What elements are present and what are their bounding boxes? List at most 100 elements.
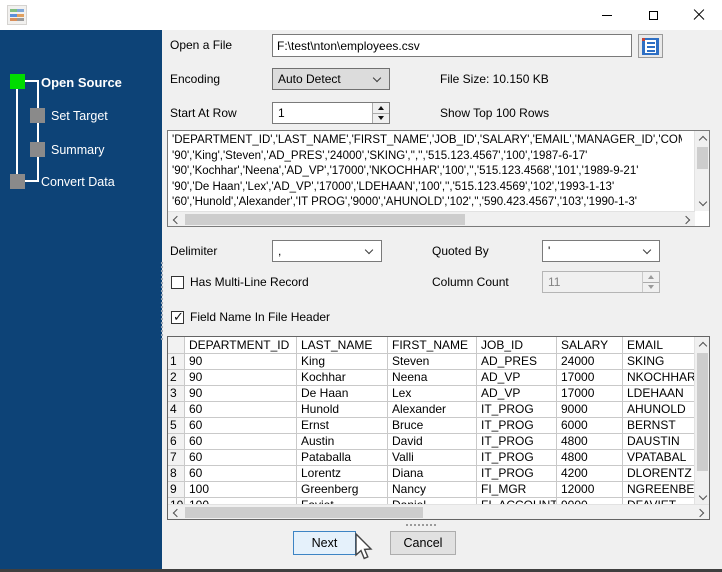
minimize-button[interactable] [584,0,630,30]
table-cell: Valli [388,450,477,466]
table-cell: Bruce [388,418,477,434]
preview-line: 'DEPARTMENT_ID','LAST_NAME','FIRST_NAME'… [172,134,682,146]
table-cell: 60 [185,466,297,482]
quoted-by-select[interactable]: ' [542,240,660,262]
scroll-right-icon [695,508,705,517]
file-preview-textarea[interactable]: 'DEPARTMENT_ID','LAST_NAME','FIRST_NAME'… [167,130,710,227]
column-count-label: Column Count [432,275,509,289]
table-row[interactable]: 1 90 King Steven AD_PRES 24000 SKING [168,354,695,370]
table-row[interactable]: 8 60 Lorentz Diana IT_PROG 4200 DLORENTZ [168,466,695,482]
table-row[interactable]: 6 60 Austin David IT_PROG 4800 DAUSTIN [168,434,695,450]
table-cell: NGREENBE [623,482,695,498]
scroll-left-icon [172,508,182,517]
sidebar-item-set-target: Set Target [51,109,108,123]
multiline-label: Has Multi-Line Record [190,275,309,289]
table-cell: 9000 [557,402,623,418]
start-row-label: Start At Row [170,106,237,120]
column-header[interactable]: JOB_ID [477,337,557,354]
delimiter-label: Delimiter [170,244,218,258]
vertical-splitter-grip[interactable] [161,262,163,340]
title-bar [0,0,722,30]
preview-vertical-scrollbar[interactable] [694,131,709,211]
delimiter-select[interactable]: , [272,240,382,262]
converter-window: Open Source Set Target Summary Convert D… [0,0,722,572]
preview-line: '90','Kochhar','Neena','AD_VP','17000','… [172,165,639,178]
table-row[interactable]: 3 90 De Haan Lex AD_VP 17000 LDEHAAN [168,386,695,402]
table-cell: IT_PROG [477,450,557,466]
table-cell: LDEHAAN [623,386,695,402]
sidebar-item-open-source: Open Source [41,75,122,90]
encoding-select[interactable]: Auto Detect [272,68,390,90]
row-number-cell: 1 [168,354,185,370]
table-cell: Neena [388,370,477,386]
maximize-button[interactable] [630,0,676,30]
step-indicator-set-target [30,108,45,123]
table-row[interactable]: 7 60 Pataballa Valli IT_PROG 4800 VPATABAL [168,450,695,466]
table-cell: IT_PROG [477,418,557,434]
close-button[interactable] [676,0,722,30]
table-cell: Kochhar [297,370,388,386]
table-cell: David [388,434,477,450]
table-cell: Pataballa [297,450,388,466]
grid-header-row: DEPARTMENT_ID LAST_NAME FIRST_NAME JOB_ID SA… [168,337,695,354]
table-cell: IT_PROG [477,466,557,482]
file-path-input[interactable] [272,34,632,57]
cancel-button[interactable]: Cancel [390,531,456,555]
grid-vertical-scrollbar[interactable] [694,337,709,505]
grid-horizontal-scrollbar[interactable] [168,504,709,519]
table-cell: DAUSTIN [623,434,695,450]
multiline-checkbox[interactable]: Has Multi-Line Record [171,271,309,293]
horizontal-splitter-grip[interactable] [406,524,436,526]
data-grid: DEPARTMENT_ID LAST_NAME FIRST_NAME JOB_ID SA… [167,336,710,520]
data-grid-body: 1 90 King Steven AD_PRES 24000 SKING 2 90 Kochhar… [168,354,695,505]
scroll-up-icon [698,135,707,145]
table-cell: Ernst [297,418,388,434]
sidebar-item-convert-data: Convert Data [41,175,115,189]
spin-up-icon[interactable] [373,103,389,113]
table-cell: 60 [185,450,297,466]
column-header[interactable]: LAST_NAME [297,337,388,354]
spin-down-icon[interactable] [373,112,389,123]
table-cell: 17000 [557,386,623,402]
field-name-header-label: Field Name In File Header [190,310,331,324]
table-cell: AHUNOLD [623,402,695,418]
field-name-header-checkbox[interactable]: ✓ Field Name In File Header [171,306,330,328]
table-cell: Lorentz [297,466,388,482]
next-button[interactable]: Next [293,531,356,555]
table-row[interactable]: 4 60 Hunold Alexander IT_PROG 9000 AHUNOLD [168,402,695,418]
table-row[interactable]: 5 60 Ernst Bruce IT_PROG 6000 BERNST [168,418,695,434]
close-icon [693,9,705,21]
column-header[interactable]: SALARY [557,337,623,354]
column-header[interactable]: DEPARTMENT_ID [185,337,297,354]
table-row[interactable]: 2 90 Kochhar Neena AD_VP 17000 NKOCHHAR [168,370,695,386]
browse-button[interactable] [638,34,663,58]
table-cell: 60 [185,418,297,434]
column-header[interactable]: EMAIL [623,337,695,354]
grid-corner-cell[interactable] [168,337,185,354]
preview-horizontal-scrollbar[interactable] [168,211,695,226]
table-cell: VPATABAL [623,450,695,466]
scroll-down-icon [698,491,707,501]
scroll-down-icon [698,197,707,207]
row-number-cell: 9 [168,482,185,498]
table-cell: 90 [185,354,297,370]
table-row[interactable]: 9 100 Greenberg Nancy FI_MGR 12000 NGREENBE [168,482,695,498]
chevron-down-icon [642,245,652,254]
maximize-icon [648,10,658,20]
encoding-label: Encoding [170,72,221,86]
start-row-stepper[interactable]: 1 [272,102,390,124]
step-indicator-open-source [10,74,25,89]
row-number-cell: 3 [168,386,185,402]
table-cell: Alexander [388,402,477,418]
table-cell: King [297,354,388,370]
scroll-right-icon [681,215,691,224]
open-file-label: Open a File [170,38,233,52]
table-cell: Austin [297,434,388,450]
scroll-up-icon [698,341,707,351]
table-cell: BERNST [623,418,695,434]
table-cell: 60 [185,434,297,450]
quoted-by-value: ' [548,244,551,258]
table-cell: 4800 [557,434,623,450]
encoding-value: Auto Detect [278,72,341,86]
column-header[interactable]: FIRST_NAME [388,337,477,354]
